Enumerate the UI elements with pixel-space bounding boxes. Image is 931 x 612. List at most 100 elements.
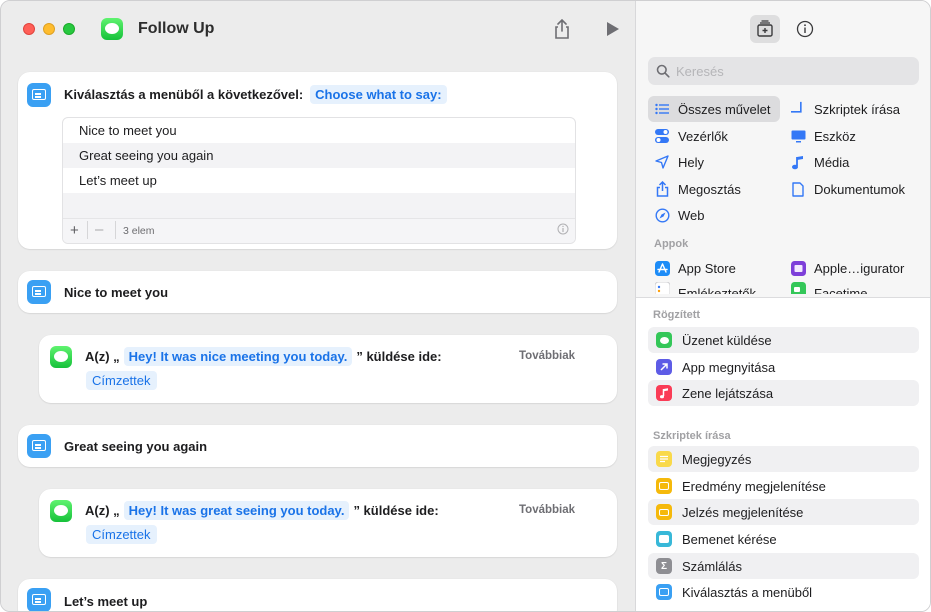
list-icon (652, 103, 672, 115)
share-icon (555, 19, 569, 39)
music-note-icon (788, 155, 808, 170)
compass-icon (652, 207, 672, 223)
show-more-button[interactable]: Továbbiak (519, 350, 575, 362)
case-label: Let’s meet up (64, 594, 148, 609)
list-footer: + – 3 elem (63, 218, 575, 243)
category-documents[interactable]: Dokumentumok (788, 176, 905, 202)
app-reminders[interactable]: Emlékeztetők (652, 282, 756, 294)
action-label: Számlálás (682, 558, 742, 574)
prompt-token[interactable]: Choose what to say: (310, 85, 447, 104)
category-web[interactable]: Web (652, 202, 705, 228)
share-icon (652, 181, 672, 197)
library-tab[interactable] (750, 15, 780, 43)
category-location[interactable]: Hely (652, 149, 704, 175)
library-categories: Összes művelet Szkriptek írása Vezérlők … (636, 1, 930, 297)
action-play-music[interactable]: Zene lejátszása (648, 380, 919, 406)
action-choose-from-menu[interactable]: Kiválasztás a menüből (648, 579, 919, 605)
send-prefix: A(z) „ (85, 349, 120, 364)
menu-action-icon (27, 434, 51, 458)
action-show-result[interactable]: Eredmény megjelenítése (648, 473, 919, 499)
details-tab[interactable] (790, 15, 820, 43)
app-facetime[interactable]: Facetime (788, 282, 867, 294)
category-label: Eszköz (814, 128, 856, 144)
menu-action-icon (27, 588, 51, 611)
location-arrow-icon (652, 155, 672, 169)
action-send-message[interactable]: Üzenet küldése (648, 327, 919, 353)
action-show-alert[interactable]: Jelzés megjelenítése (648, 499, 919, 525)
app-label: Facetime (814, 286, 868, 294)
share-button[interactable] (550, 17, 574, 41)
messages-icon (656, 332, 672, 348)
action-count[interactable]: Σ Számlálás (648, 553, 919, 579)
menu-items-list: Nice to meet you Great seeing you again … (62, 117, 576, 244)
recipients-token[interactable]: Címzettek (86, 371, 157, 390)
add-item-button[interactable]: + (70, 222, 79, 239)
action-label: Megjegyzés (682, 451, 752, 467)
open-app-icon (656, 359, 672, 375)
music-icon (656, 385, 672, 401)
category-label: Vezérlők (678, 128, 728, 144)
menu-case-block[interactable]: Let’s meet up (18, 579, 617, 611)
menu-action-icon (27, 83, 51, 107)
menu-item-empty[interactable] (63, 193, 575, 218)
ask-input-icon (656, 531, 672, 547)
run-button[interactable] (601, 17, 625, 41)
recipients-token[interactable]: Címzettek (86, 525, 157, 544)
close-window-button[interactable] (23, 23, 35, 35)
app-apple-configurator[interactable]: Apple…igurator (788, 255, 904, 281)
choose-from-menu-action[interactable]: Kiválasztás a menüből a következővel: Ch… (18, 72, 617, 249)
messages-icon (50, 500, 72, 522)
action-label: Zene lejátszása (682, 385, 774, 401)
category-all-actions[interactable]: Összes művelet (648, 96, 780, 122)
category-sharing[interactable]: Megosztás (652, 176, 741, 202)
category-label: Média (814, 154, 850, 170)
send-suffix: ” küldése ide: (356, 349, 442, 364)
action-library-pane: Összes művelet Szkriptek írása Vezérlők … (635, 1, 930, 611)
info-icon (796, 20, 814, 38)
category-controls[interactable]: Vezérlők (652, 123, 728, 149)
messages-icon (50, 346, 72, 368)
action-comment[interactable]: Megjegyzés (648, 446, 919, 472)
menu-case-block[interactable]: Great seeing you again (18, 425, 617, 467)
shortcut-title[interactable]: Follow Up (138, 20, 214, 38)
category-label: Szkriptek írása (814, 101, 900, 117)
search-field[interactable] (648, 57, 919, 85)
minimize-window-button[interactable] (43, 23, 55, 35)
title-bar: Follow Up (1, 1, 635, 57)
search-input[interactable] (676, 62, 906, 80)
reminders-icon (652, 282, 672, 294)
document-icon (788, 181, 808, 197)
item-count: 3 elem (123, 225, 155, 237)
info-icon[interactable] (557, 223, 569, 238)
send-prefix: A(z) „ (85, 503, 120, 518)
facetime-icon (788, 282, 808, 294)
message-token[interactable]: Hey! It was nice meeting you today. (123, 347, 353, 366)
action-ask-for-input[interactable]: Bemenet kérése (648, 526, 919, 552)
choose-menu-label: Kiválasztás a menüből a következővel: (64, 87, 304, 102)
menu-item[interactable]: Great seeing you again (63, 143, 575, 168)
show-more-button[interactable]: Továbbiak (519, 504, 575, 516)
case-label: Nice to meet you (64, 285, 169, 300)
category-media[interactable]: Média (788, 149, 849, 175)
category-device[interactable]: Eszköz (788, 123, 856, 149)
category-label: Összes művelet (678, 101, 771, 117)
menu-case-block[interactable]: Nice to meet you (18, 271, 617, 313)
action-label: Üzenet küldése (682, 332, 772, 348)
action-label: Jelzés megjelenítése (682, 504, 804, 520)
zoom-window-button[interactable] (63, 23, 75, 35)
message-token[interactable]: Hey! It was great seeing you today. (123, 501, 350, 520)
menu-item[interactable]: Let’s meet up (63, 168, 575, 193)
action-label: Bemenet kérése (682, 531, 777, 547)
alert-icon (656, 504, 672, 520)
send-message-action[interactable]: A(z) „ Hey! It was great seeing you toda… (39, 489, 617, 557)
category-scripting[interactable]: Szkriptek írása (788, 96, 900, 122)
messages-app-icon (101, 18, 123, 40)
action-open-app[interactable]: App megnyitása (648, 354, 919, 380)
send-message-action[interactable]: A(z) „ Hey! It was nice meeting you toda… (39, 335, 617, 403)
app-label: Emlékeztetők (678, 286, 757, 294)
app-app-store[interactable]: App Store (652, 255, 736, 281)
category-label: Hely (678, 154, 705, 170)
remove-item-button[interactable]: – (95, 221, 103, 238)
menu-item[interactable]: Nice to meet you (63, 118, 575, 143)
show-result-icon (656, 478, 672, 494)
